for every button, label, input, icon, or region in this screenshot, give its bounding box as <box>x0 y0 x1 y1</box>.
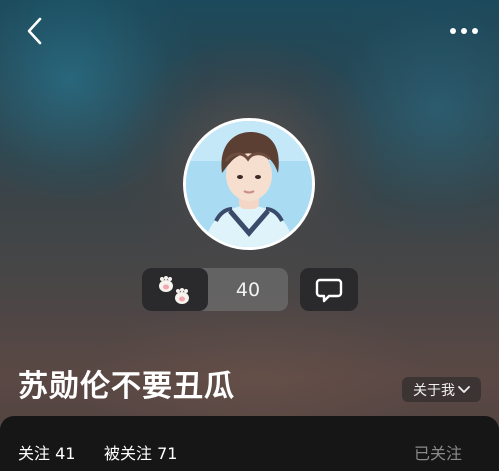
following-stat[interactable]: 关注 41 <box>18 440 75 464</box>
avatar-image <box>186 121 312 247</box>
avatar[interactable] <box>183 118 315 250</box>
about-me-label: 关于我 <box>413 382 455 399</box>
followed-button[interactable]: 已关注 <box>414 440 462 464</box>
username: 苏勋伦不要丑瓜 <box>18 369 235 404</box>
message-icon <box>315 278 343 302</box>
paw-icon <box>159 275 189 304</box>
like-group: 40 <box>142 268 288 311</box>
more-button[interactable] <box>445 14 483 48</box>
chevron-down-icon <box>458 385 470 393</box>
about-me-button[interactable]: 关于我 <box>402 377 481 402</box>
following-count: 41 <box>55 444 76 463</box>
paw-like-button[interactable] <box>142 268 208 311</box>
like-count: 40 <box>235 278 261 301</box>
back-button[interactable] <box>18 14 52 48</box>
message-button[interactable] <box>300 268 358 311</box>
following-label: 关注 <box>18 444 51 463</box>
chevron-left-icon <box>27 17 42 45</box>
more-dots-icon <box>450 28 478 34</box>
followers-stat[interactable]: 被关注 71 <box>104 440 177 464</box>
followers-label: 被关注 <box>104 444 153 463</box>
profile-action-row: 40 <box>142 268 358 311</box>
followers-count: 71 <box>157 444 178 463</box>
profile-screen: 40 苏勋伦不要丑瓜 关于我 关注 41 被关注 71 已关注 <box>0 0 499 471</box>
